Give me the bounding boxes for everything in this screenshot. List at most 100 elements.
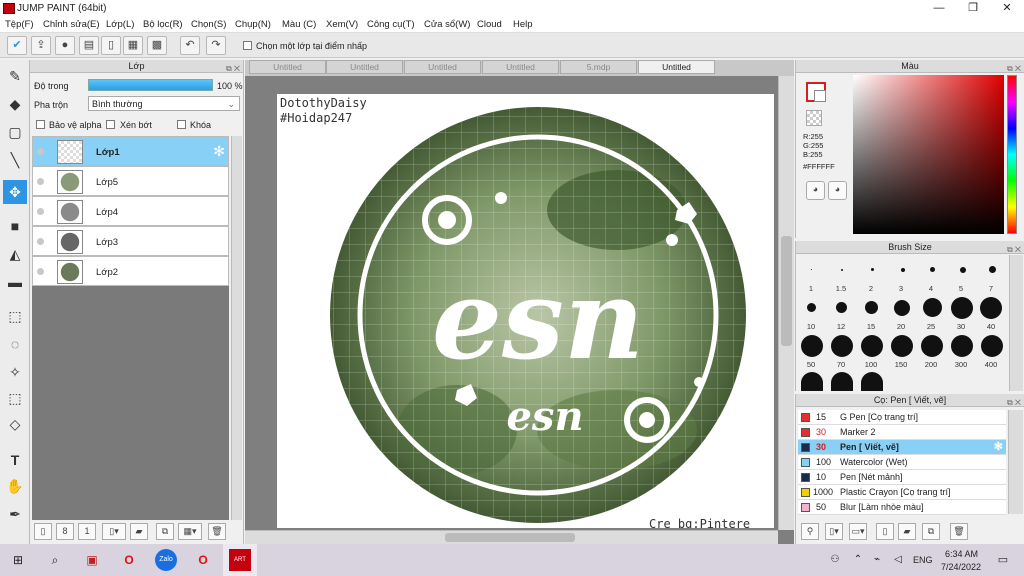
blend-select[interactable]: Bình thường ⌄ bbox=[88, 96, 240, 111]
palette-icon[interactable]: ◕ bbox=[806, 181, 825, 200]
scroll-thumb[interactable] bbox=[445, 533, 575, 542]
menu-tools[interactable]: Công cụ(T) bbox=[367, 19, 415, 30]
background-color-swatch[interactable] bbox=[814, 90, 826, 102]
menu-help[interactable]: Help bbox=[513, 19, 533, 30]
gear-icon[interactable]: ✻ bbox=[213, 143, 225, 160]
folder-icon[interactable]: ▰ bbox=[898, 523, 916, 540]
text-frame-icon[interactable]: ▤ bbox=[79, 36, 99, 55]
hand-tool-icon[interactable]: ✋ bbox=[3, 474, 27, 498]
scroll-thumb[interactable] bbox=[781, 236, 792, 346]
brush-dot[interactable] bbox=[865, 301, 878, 314]
tab-document[interactable]: 5.mdp bbox=[560, 60, 637, 74]
panel-float-icon[interactable]: ⧉ ✕ bbox=[1007, 396, 1021, 409]
visibility-icon[interactable] bbox=[37, 148, 44, 155]
menu-snap[interactable]: Chụp(N) bbox=[235, 19, 271, 30]
brush-dot[interactable] bbox=[989, 266, 996, 273]
menu-color[interactable]: Màu (C) bbox=[282, 19, 316, 30]
brush-add-icon[interactable]: ⚲ bbox=[801, 523, 819, 540]
app-icon[interactable]: ▣ bbox=[81, 549, 103, 571]
brush-scrollbar[interactable] bbox=[1009, 255, 1023, 391]
search-icon[interactable]: ⌕ bbox=[44, 549, 66, 571]
visibility-icon[interactable] bbox=[37, 178, 44, 185]
select-eraser-tool-icon[interactable]: ◇ bbox=[3, 412, 27, 436]
close-button[interactable]: ✕ bbox=[990, 0, 1024, 17]
brush-dot[interactable] bbox=[807, 303, 816, 312]
layer-row[interactable]: Lớp3 bbox=[32, 226, 229, 256]
brush-dot[interactable] bbox=[923, 298, 942, 317]
undo-icon[interactable]: ↶ bbox=[180, 36, 200, 55]
layer-row[interactable]: Lớp2 bbox=[32, 256, 229, 286]
lock-checkbox[interactable] bbox=[177, 120, 186, 129]
brush-list-item[interactable]: 30 Marker 2 bbox=[798, 425, 1006, 440]
tab-document[interactable]: Untitled bbox=[404, 60, 481, 74]
new-layer-button[interactable]: ▯ bbox=[34, 523, 52, 540]
new-layer-1bit-button[interactable]: 1 bbox=[78, 523, 96, 540]
gradient-tool-icon[interactable]: ▬ bbox=[3, 270, 27, 294]
brush-list-item-active[interactable]: 30 Pen [ Viết, vẽ] ✻ bbox=[798, 440, 1006, 455]
brush-dot[interactable] bbox=[960, 267, 966, 273]
menu-edit[interactable]: Chỉnh sửa(E) bbox=[43, 19, 100, 30]
brush-dot[interactable] bbox=[861, 372, 883, 391]
brush-dot[interactable] bbox=[871, 268, 874, 271]
eyedropper-tool-icon[interactable]: ✒ bbox=[3, 502, 27, 526]
new-layer-8bit-button[interactable]: 8 bbox=[56, 523, 74, 540]
tab-document[interactable]: Untitled bbox=[482, 60, 559, 74]
visibility-icon[interactable] bbox=[37, 268, 44, 275]
menu-layer[interactable]: Lớp(L) bbox=[106, 19, 134, 30]
menu-window[interactable]: Cửa sổ(W) bbox=[424, 19, 470, 30]
brush-list-scrollbar[interactable] bbox=[1008, 410, 1023, 514]
brush-dot[interactable] bbox=[836, 302, 847, 313]
fill-rect-tool-icon[interactable]: ■ bbox=[3, 214, 27, 238]
tab-document[interactable]: Untitled bbox=[326, 60, 403, 74]
gear-icon[interactable]: ✻ bbox=[994, 440, 1003, 454]
add-layer-menu-button[interactable]: ▯▾ bbox=[102, 523, 126, 540]
visibility-icon[interactable] bbox=[37, 238, 44, 245]
drawing-canvas[interactable]: DotothyDaisy #Hoidap247 esn esn Cre bg:P… bbox=[277, 94, 774, 528]
folder-icon[interactable]: ▰ bbox=[130, 523, 148, 540]
layer-scrollbar[interactable] bbox=[231, 136, 242, 520]
saturation-value-picker[interactable] bbox=[853, 75, 1004, 234]
panel-float-icon[interactable]: ⧉ ✕ bbox=[226, 62, 240, 75]
opera-gx-icon[interactable]: O bbox=[192, 549, 214, 571]
layer-row[interactable]: Lớp5 bbox=[32, 166, 229, 196]
brush-dot[interactable] bbox=[801, 372, 823, 391]
clock-time[interactable]: 6:34 AM bbox=[945, 549, 978, 559]
opacity-slider[interactable] bbox=[88, 79, 213, 91]
brush-settings-icon[interactable]: ▭▾ bbox=[849, 523, 867, 540]
rect-select-tool-icon[interactable]: ⬚ bbox=[3, 304, 27, 328]
windows-start-icon[interactable]: ⊞ bbox=[7, 549, 29, 571]
brush-dot[interactable] bbox=[861, 335, 883, 357]
palette-add-icon[interactable]: ◕ bbox=[828, 181, 847, 200]
clip-checkbox[interactable] bbox=[106, 120, 115, 129]
brush-tool-icon[interactable]: ✎ bbox=[3, 64, 27, 88]
merge-layer-button[interactable]: ▦▾ bbox=[178, 523, 202, 540]
settings-grid-icon[interactable]: ▩ bbox=[147, 36, 167, 55]
brush-dup-icon[interactable]: ▯▾ bbox=[825, 523, 843, 540]
transparent-swatch[interactable] bbox=[806, 110, 822, 126]
brush-list-item[interactable]: 15 G Pen [Cọ trang trí] bbox=[798, 410, 1006, 425]
duplicate-layer-button[interactable]: ⧉ bbox=[156, 523, 174, 540]
text-tool-icon[interactable]: T bbox=[3, 448, 27, 472]
visibility-icon[interactable] bbox=[37, 208, 44, 215]
brush-dot[interactable] bbox=[831, 372, 853, 391]
trash-icon[interactable]: 🗑 bbox=[208, 523, 226, 540]
redo-icon[interactable]: ↷ bbox=[206, 36, 226, 55]
menu-cloud[interactable]: Cloud bbox=[477, 19, 502, 30]
volume-icon[interactable]: ◁ bbox=[887, 549, 909, 571]
brush-dot[interactable] bbox=[930, 267, 935, 272]
brush-list-item[interactable]: 10 Pen [Nét mảnh] bbox=[798, 470, 1006, 485]
zalo-icon[interactable]: Zalo bbox=[155, 549, 177, 571]
notification-icon[interactable]: ▭ bbox=[992, 549, 1014, 571]
canvas-horizontal-scrollbar[interactable] bbox=[245, 530, 778, 544]
menu-filter[interactable]: Bộ lọc(R) bbox=[143, 19, 183, 30]
select-pen-tool-icon[interactable]: ⬚ bbox=[3, 386, 27, 410]
brush-list-item[interactable]: 100 Watercolor (Wet) bbox=[798, 455, 1006, 470]
brush-copy-icon[interactable]: ⧉ bbox=[922, 523, 940, 540]
page-icon[interactable]: ▯ bbox=[101, 36, 121, 55]
tab-document-active[interactable]: Untitled bbox=[638, 60, 715, 74]
canvas-vertical-scrollbar[interactable] bbox=[778, 76, 794, 530]
brush-dot[interactable] bbox=[951, 297, 973, 319]
language-indicator[interactable]: ENG bbox=[913, 555, 933, 565]
bucket-tool-icon[interactable]: ◭ bbox=[3, 242, 27, 266]
export-icon[interactable]: ⇪ bbox=[31, 36, 51, 55]
